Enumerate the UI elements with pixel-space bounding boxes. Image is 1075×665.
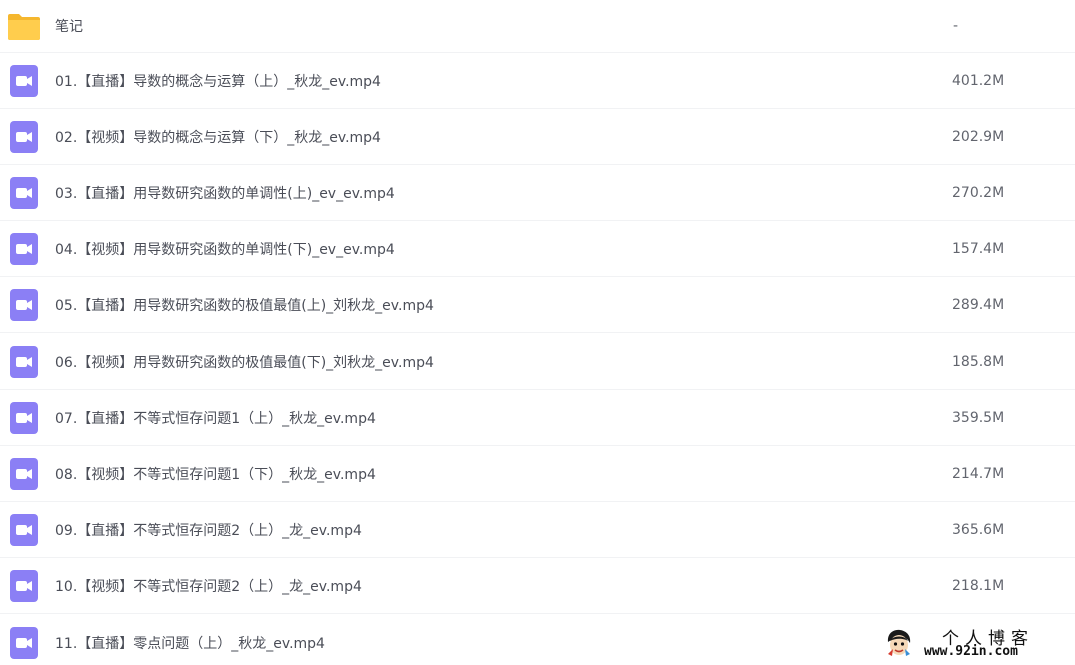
cartoon-face-icon: [884, 628, 914, 658]
list-item-video[interactable]: 10.【视频】不等式恒存问题2（上）_龙_ev.mp4 218.1M: [0, 558, 1075, 614]
file-name: 06.【视频】用导数研究函数的极值最值(下)_刘秋龙_ev.mp4: [55, 354, 434, 371]
list-item-video[interactable]: 06.【视频】用导数研究函数的极值最值(下)_刘秋龙_ev.mp4 185.8M: [0, 334, 1075, 390]
video-file-icon: [8, 288, 40, 321]
file-size: 270.2M: [952, 184, 1005, 201]
video-file-icon: [8, 345, 40, 378]
file-name: 01.【直播】导数的概念与运算（上）_秋龙_ev.mp4: [55, 73, 381, 90]
file-size: 365.6M: [952, 521, 1005, 538]
video-file-icon: [8, 627, 40, 659]
video-file-icon: [8, 120, 40, 153]
list-item-video[interactable]: 02.【视频】导数的概念与运算（下）_秋龙_ev.mp4 202.9M: [0, 109, 1075, 165]
file-size: 185.8M: [952, 353, 1005, 370]
list-item-video[interactable]: 08.【视频】不等式恒存问题1（下）_秋龙_ev.mp4 214.7M: [0, 446, 1075, 502]
file-size: 202.9M: [952, 128, 1005, 145]
video-file-icon: [8, 232, 40, 265]
list-item-video[interactable]: 07.【直播】不等式恒存问题1（上）_秋龙_ev.mp4 359.5M: [0, 390, 1075, 446]
video-file-icon: [8, 513, 40, 546]
file-size: 157.4M: [952, 240, 1005, 257]
list-item-folder[interactable]: 笔记 -: [0, 0, 1075, 53]
list-item-video[interactable]: 03.【直播】用导数研究函数的单调性(上)_ev_ev.mp4 270.2M: [0, 165, 1075, 221]
video-file-icon: [8, 401, 40, 434]
file-size: 214.7M: [952, 465, 1005, 482]
list-item-video[interactable]: 09.【直播】不等式恒存问题2（上）_龙_ev.mp4 365.6M: [0, 502, 1075, 558]
watermark: 个人博客 www.92in.com: [880, 622, 1070, 662]
video-file-icon: [8, 457, 40, 490]
list-item-video[interactable]: 04.【视频】用导数研究函数的单调性(下)_ev_ev.mp4 157.4M: [0, 221, 1075, 277]
file-size: 289.4M: [952, 296, 1005, 313]
folder-icon: [8, 10, 40, 42]
video-file-icon: [8, 569, 40, 602]
file-name: 07.【直播】不等式恒存问题1（上）_秋龙_ev.mp4: [55, 410, 376, 427]
file-list: 笔记 - 01.【直播】导数的概念与运算（上）_秋龙_ev.mp4 401.2M…: [0, 0, 1075, 665]
file-name: 笔记: [55, 19, 83, 35]
file-size: 218.1M: [952, 577, 1005, 594]
file-name: 08.【视频】不等式恒存问题1（下）_秋龙_ev.mp4: [55, 466, 376, 483]
file-size: 359.5M: [952, 409, 1005, 426]
video-file-icon: [8, 64, 40, 97]
file-name: 10.【视频】不等式恒存问题2（上）_龙_ev.mp4: [55, 578, 362, 595]
file-size: -: [953, 18, 959, 34]
file-name: 05.【直播】用导数研究函数的极值最值(上)_刘秋龙_ev.mp4: [55, 297, 434, 314]
file-name: 09.【直播】不等式恒存问题2（上）_龙_ev.mp4: [55, 522, 362, 539]
file-name: 04.【视频】用导数研究函数的单调性(下)_ev_ev.mp4: [55, 241, 395, 258]
file-size: 401.2M: [952, 72, 1005, 89]
watermark-url: www.92in.com: [924, 644, 1018, 659]
file-name: 11.【直播】零点问题（上）_秋龙_ev.mp4: [55, 636, 325, 652]
file-name: 03.【直播】用导数研究函数的单调性(上)_ev_ev.mp4: [55, 185, 395, 202]
list-item-video[interactable]: 05.【直播】用导数研究函数的极值最值(上)_刘秋龙_ev.mp4 289.4M: [0, 277, 1075, 333]
video-file-icon: [8, 176, 40, 209]
file-name: 02.【视频】导数的概念与运算（下）_秋龙_ev.mp4: [55, 129, 381, 146]
list-item-video[interactable]: 01.【直播】导数的概念与运算（上）_秋龙_ev.mp4 401.2M: [0, 53, 1075, 109]
